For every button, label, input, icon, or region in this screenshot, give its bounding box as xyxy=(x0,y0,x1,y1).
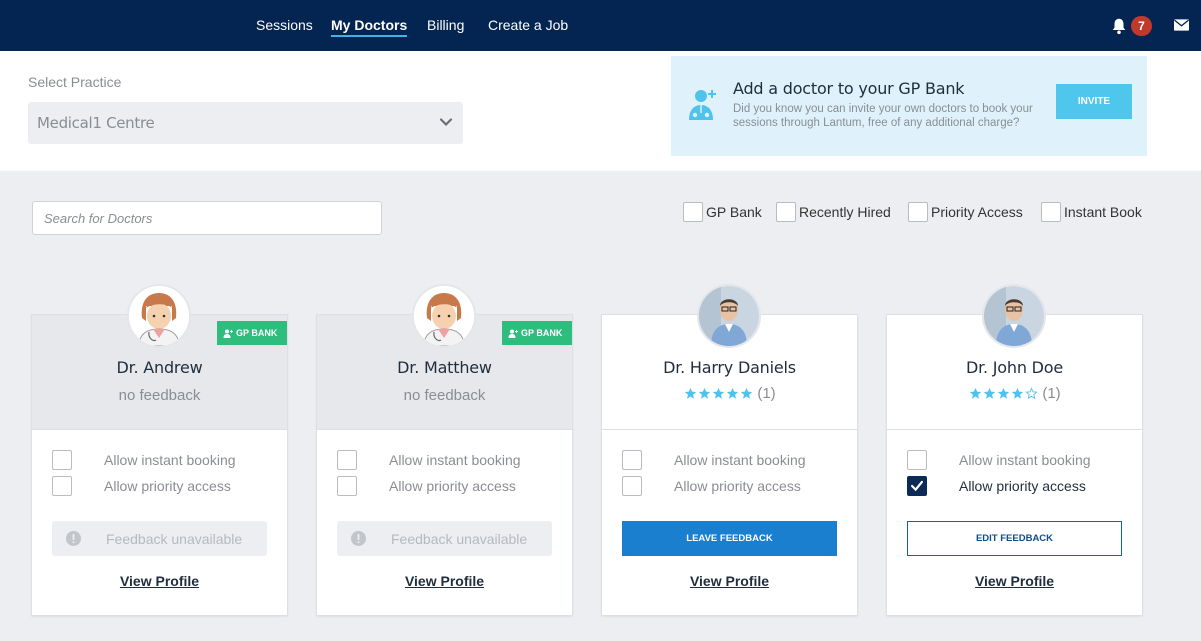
filter-label: GP Bank xyxy=(706,204,762,220)
practice-select[interactable]: Medical1 Centre xyxy=(28,102,463,144)
filter-checkbox[interactable] xyxy=(776,202,796,222)
doctor-placeholder-icon xyxy=(414,286,474,346)
star-empty-icon xyxy=(1025,387,1038,400)
gp-bank-badge: GP BANK xyxy=(217,321,287,345)
star-filled-icon xyxy=(712,387,725,399)
option-checkbox[interactable] xyxy=(622,476,642,496)
feedback-status: no feedback xyxy=(403,387,486,404)
bell-icon[interactable] xyxy=(1110,17,1128,35)
invite-panel: Add a doctor to your GP Bank Did you kno… xyxy=(671,56,1147,156)
option-label: Allow instant booking xyxy=(389,452,521,468)
doctor-avatar xyxy=(412,284,476,348)
option-label: Allow priority access xyxy=(104,478,231,494)
card-header: Dr. John Doe (1) xyxy=(887,284,1142,430)
doctor-card-harry-daniels: Dr. Harry Daniels (1) Allow instant book… xyxy=(601,284,858,616)
gp-bank-badge-label: GP BANK xyxy=(236,328,278,338)
nav-sessions[interactable]: Sessions xyxy=(256,17,313,33)
filter-checkbox[interactable] xyxy=(683,202,703,222)
option-checkbox[interactable] xyxy=(52,476,72,496)
add-user-icon xyxy=(223,329,233,339)
add-user-icon xyxy=(508,329,518,339)
edit-feedback-button[interactable]: EDIT FEEDBACK xyxy=(907,521,1122,556)
option-checkbox[interactable] xyxy=(52,450,72,470)
invite-title: Add a doctor to your GP Bank xyxy=(733,79,965,98)
doctor-placeholder-icon xyxy=(129,286,189,346)
rating-stars: (1) xyxy=(602,385,857,402)
option-label: Allow priority access xyxy=(959,478,1086,494)
nav-create-a-job[interactable]: Create a Job xyxy=(488,17,568,33)
doctor-card-andrew: GP BANK Dr. Andrew no feedback Allow ins… xyxy=(31,284,288,616)
doctor-avatar xyxy=(697,284,761,348)
filter-checkbox[interactable] xyxy=(908,202,928,222)
notification-badge[interactable]: 7 xyxy=(1131,16,1152,36)
view-profile-link[interactable]: View Profile xyxy=(317,573,572,589)
filter-checkbox[interactable] xyxy=(1041,202,1061,222)
star-filled-icon xyxy=(684,387,697,399)
search-doctors-input[interactable] xyxy=(32,201,382,235)
checkmark-icon xyxy=(910,480,924,492)
doctor-name: Dr. Matthew xyxy=(397,358,492,377)
feedback-status: no feedback xyxy=(118,387,201,404)
invite-description: Did you know you can invite your own doc… xyxy=(733,103,1033,129)
rating-count: (1) xyxy=(757,385,776,402)
nav-my-doctors[interactable]: My Doctors xyxy=(331,17,408,37)
top-nav: Sessions My Doctors Billing Create a Job… xyxy=(0,0,1201,51)
doctor-card-john-doe: Dr. John Doe (1) Allow instant booking A… xyxy=(886,284,1143,616)
option-checkbox-checked[interactable] xyxy=(907,476,927,496)
option-label: Allow priority access xyxy=(674,478,801,494)
rating-count: (1) xyxy=(1042,385,1061,402)
star-filled-icon xyxy=(1011,387,1024,399)
doctor-card-matthew: GP BANK Dr. Matthew no feedback Allow in… xyxy=(316,284,573,616)
option-label: Allow instant booking xyxy=(674,452,806,468)
add-doctor-icon xyxy=(689,90,716,120)
option-label: Allow instant booking xyxy=(104,452,236,468)
view-profile-link[interactable]: View Profile xyxy=(602,573,857,589)
filter-label: Instant Book xyxy=(1064,204,1142,220)
doctor-name: Dr. Andrew xyxy=(116,358,203,377)
select-practice-label: Select Practice xyxy=(28,74,122,90)
doctor-name: Dr. Harry Daniels xyxy=(663,358,796,377)
doctor-photo xyxy=(699,286,759,346)
nav-billing[interactable]: Billing xyxy=(427,17,464,33)
rating-stars: (1) xyxy=(887,385,1142,402)
feedback-unavailable-label: Feedback unavailable xyxy=(391,531,528,547)
option-label: Allow instant booking xyxy=(959,452,1091,468)
star-filled-icon xyxy=(740,387,753,399)
leave-feedback-button[interactable]: LEAVE FEEDBACK xyxy=(622,521,837,556)
practice-select-value: Medical1 Centre xyxy=(37,114,155,132)
star-filled-icon xyxy=(726,387,739,399)
doctor-avatar xyxy=(982,284,1046,348)
view-profile-link[interactable]: View Profile xyxy=(32,573,287,589)
doctor-name: Dr. John Doe xyxy=(965,358,1064,377)
filter-label: Priority Access xyxy=(931,204,1023,220)
info-icon xyxy=(351,531,366,546)
feedback-unavailable: Feedback unavailable xyxy=(337,521,552,556)
info-icon xyxy=(66,531,81,546)
doctor-avatar xyxy=(127,284,191,348)
option-checkbox[interactable] xyxy=(337,450,357,470)
card-header: GP BANK Dr. Andrew no feedback xyxy=(32,284,287,430)
feedback-unavailable-label: Feedback unavailable xyxy=(106,531,243,547)
mail-icon[interactable] xyxy=(1174,19,1189,31)
chevron-down-icon xyxy=(439,118,453,127)
filter-label: Recently Hired xyxy=(799,204,891,220)
doctor-photo xyxy=(984,286,1044,346)
option-checkbox[interactable] xyxy=(622,450,642,470)
option-checkbox[interactable] xyxy=(337,476,357,496)
feedback-unavailable: Feedback unavailable xyxy=(52,521,267,556)
option-checkbox[interactable] xyxy=(907,450,927,470)
option-label: Allow priority access xyxy=(389,478,516,494)
card-header: Dr. Harry Daniels (1) xyxy=(602,284,857,430)
star-filled-icon xyxy=(698,387,711,399)
gp-bank-badge-label: GP BANK xyxy=(521,328,563,338)
invite-button[interactable]: INVITE xyxy=(1056,84,1132,119)
star-filled-icon xyxy=(969,387,982,399)
star-filled-icon xyxy=(997,387,1010,399)
view-profile-link[interactable]: View Profile xyxy=(887,573,1142,589)
gp-bank-badge: GP BANK xyxy=(502,321,572,345)
star-filled-icon xyxy=(983,387,996,399)
card-header: GP BANK Dr. Matthew no feedback xyxy=(317,284,572,430)
